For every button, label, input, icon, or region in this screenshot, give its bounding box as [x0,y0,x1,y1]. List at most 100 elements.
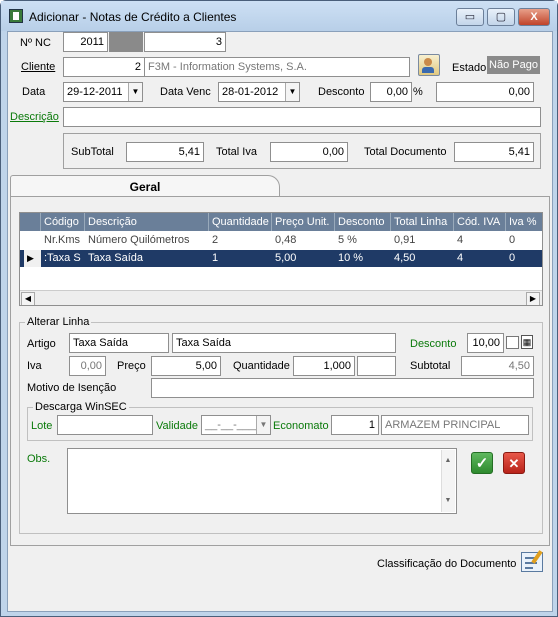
desconto-checkbox[interactable] [506,336,519,349]
grid-cell: 0,48 [275,234,297,246]
grid-cell: Taxa Saída [88,252,144,264]
data-label: Data [22,86,46,98]
descricao-field[interactable] [63,107,541,127]
validade-field[interactable]: __-__-____ ▼ [201,415,271,435]
nnc-number-field[interactable]: 3 [144,32,226,52]
chevron-down-icon[interactable]: ▼ [285,83,299,101]
maximize-button[interactable]: ▢ [487,8,515,26]
totaliva-label: Total Iva [216,146,257,158]
descarga-title: Descarga WinSEC [33,401,129,413]
tab-geral[interactable]: Geral [10,175,280,197]
window-title: Adicionar - Notas de Crédito a Clientes [29,10,237,24]
grid-cell: 5 % [338,234,357,246]
obs-label: Obs. [27,453,51,465]
classificacao-label: Classificação do Documento [377,558,517,570]
close-button[interactable]: X [518,8,550,26]
grid-header[interactable]: Iva % [506,213,542,231]
scroll-down-icon[interactable]: ▼ [442,492,454,510]
motivo-label: Motivo de Isenção [27,382,117,394]
scroll-right-icon[interactable]: ▶ [526,292,540,305]
lote-label: Lote [31,420,53,432]
linha-desconto-label: Desconto [410,338,457,350]
grid-corner [20,213,41,231]
grid-cell: :Taxa S [44,252,81,264]
minimize-button[interactable]: ▭ [456,8,484,26]
iva-label: Iva [27,360,42,372]
linha-subtotal-label: Subtotal [410,360,451,372]
totals-panel: SubTotal 5,41 Total Iva 0,00 Total Docum… [63,133,541,169]
grid-header[interactable]: Descrição [85,213,209,231]
scroll-up-icon[interactable]: ▲ [442,452,454,470]
nnc-year-field[interactable]: 2011 [63,32,108,52]
lines-grid[interactable]: Código Descrição Quantidade Preço Unit. … [19,212,543,306]
horizontal-scrollbar[interactable]: ◀ ▶ [20,290,542,305]
linha-subtotal-field: 4,50 [461,356,534,376]
title-bar: Adicionar - Notas de Crédito a Clientes … [1,1,557,31]
grid-header[interactable]: Total Linha [391,213,454,231]
grid-cell: 1 [212,252,219,264]
subtotal-field: 5,41 [126,142,204,162]
preco-field[interactable]: 5,00 [151,356,221,376]
quantidade-field[interactable]: 1,000 [293,356,355,376]
desconto-pct-field[interactable]: 0,00 [370,82,412,102]
datavenc-value: 28-01-2012 [222,86,279,98]
grid-cell: 0 [509,234,516,246]
estado-badge: Não Pago [487,56,540,74]
data-value: 29-12-2011 [67,86,123,98]
validade-value: __-__-____ [205,419,262,431]
motivo-field[interactable] [151,378,534,398]
grid-cell: 4 [457,252,464,264]
totaliva-field: 0,00 [270,142,348,162]
desconto-label: Desconto [318,86,365,98]
chevron-down-icon[interactable]: ▼ [256,416,270,434]
grid-header[interactable]: Desconto [335,213,391,231]
nnc-series-field[interactable] [109,32,143,52]
quantidade-extra-field[interactable] [357,356,396,376]
economato-label: Economato [273,420,329,432]
datavenc-field[interactable]: 28-01-2012 ▼ [218,82,300,102]
calculator-icon[interactable]: ▦ [521,335,533,349]
grid-cell: 4,50 [394,252,416,264]
cliente-label[interactable]: Cliente [21,61,55,73]
grid-cell: Nr.Kms [44,234,81,246]
grid-header[interactable]: Código [41,213,85,231]
linha-desconto-field[interactable]: 10,00 [467,333,504,353]
nnc-label: Nº NC [20,37,51,49]
confirm-line-button[interactable]: ✓ [471,452,493,474]
totaldoc-label: Total Documento [364,146,447,158]
quantidade-label: Quantidade [233,360,290,372]
artigo-code-field[interactable]: Taxa Saída [69,333,169,353]
cliente-name-field: F3M - Information Systems, S.A. [144,57,410,77]
grid-header[interactable]: Quantidade [209,213,272,231]
percent-sign: % [413,86,423,98]
grid-cell: 4 [457,234,464,246]
data-field[interactable]: 29-12-2011 ▼ [63,82,143,102]
descricao-label[interactable]: Descrição [10,111,59,123]
scroll-left-icon[interactable]: ◀ [21,292,35,305]
row-indicator-icon: ▶ [24,250,41,267]
grid-cell: 0 [509,252,516,264]
grid-header[interactable]: Preço Unit. [272,213,335,231]
chevron-down-icon[interactable]: ▼ [128,83,142,101]
grid-cell: 2 [212,234,219,246]
cliente-code-field[interactable]: 2 [63,57,145,77]
client-card-icon[interactable] [418,54,440,76]
desconto-value-field[interactable]: 0,00 [436,82,534,102]
cancel-line-button[interactable]: ✕ [503,452,525,474]
validade-label: Validade [156,420,198,432]
classification-edit-icon[interactable] [521,550,543,572]
economato-code-field[interactable]: 1 [331,415,379,435]
app-icon [9,9,23,23]
datavenc-label: Data Venc [160,86,211,98]
obs-textarea[interactable]: ▲ ▼ [67,448,457,514]
lote-field[interactable] [57,415,153,435]
artigo-desc-field[interactable]: Taxa Saída [172,333,396,353]
economato-name-field: ARMAZEM PRINCIPAL [381,415,529,435]
totaldoc-field: 5,41 [454,142,534,162]
table-row-selected[interactable]: ▶ :Taxa S Taxa Saída 1 5,00 10 % 4,50 4 … [20,250,542,267]
grid-cell: Número Quilómetros [88,234,190,246]
obs-scrollbar[interactable]: ▲ ▼ [441,450,455,512]
artigo-label: Artigo [27,338,56,350]
grid-cell: 10 % [338,252,364,264]
grid-header[interactable]: Cód. IVA [454,213,506,231]
